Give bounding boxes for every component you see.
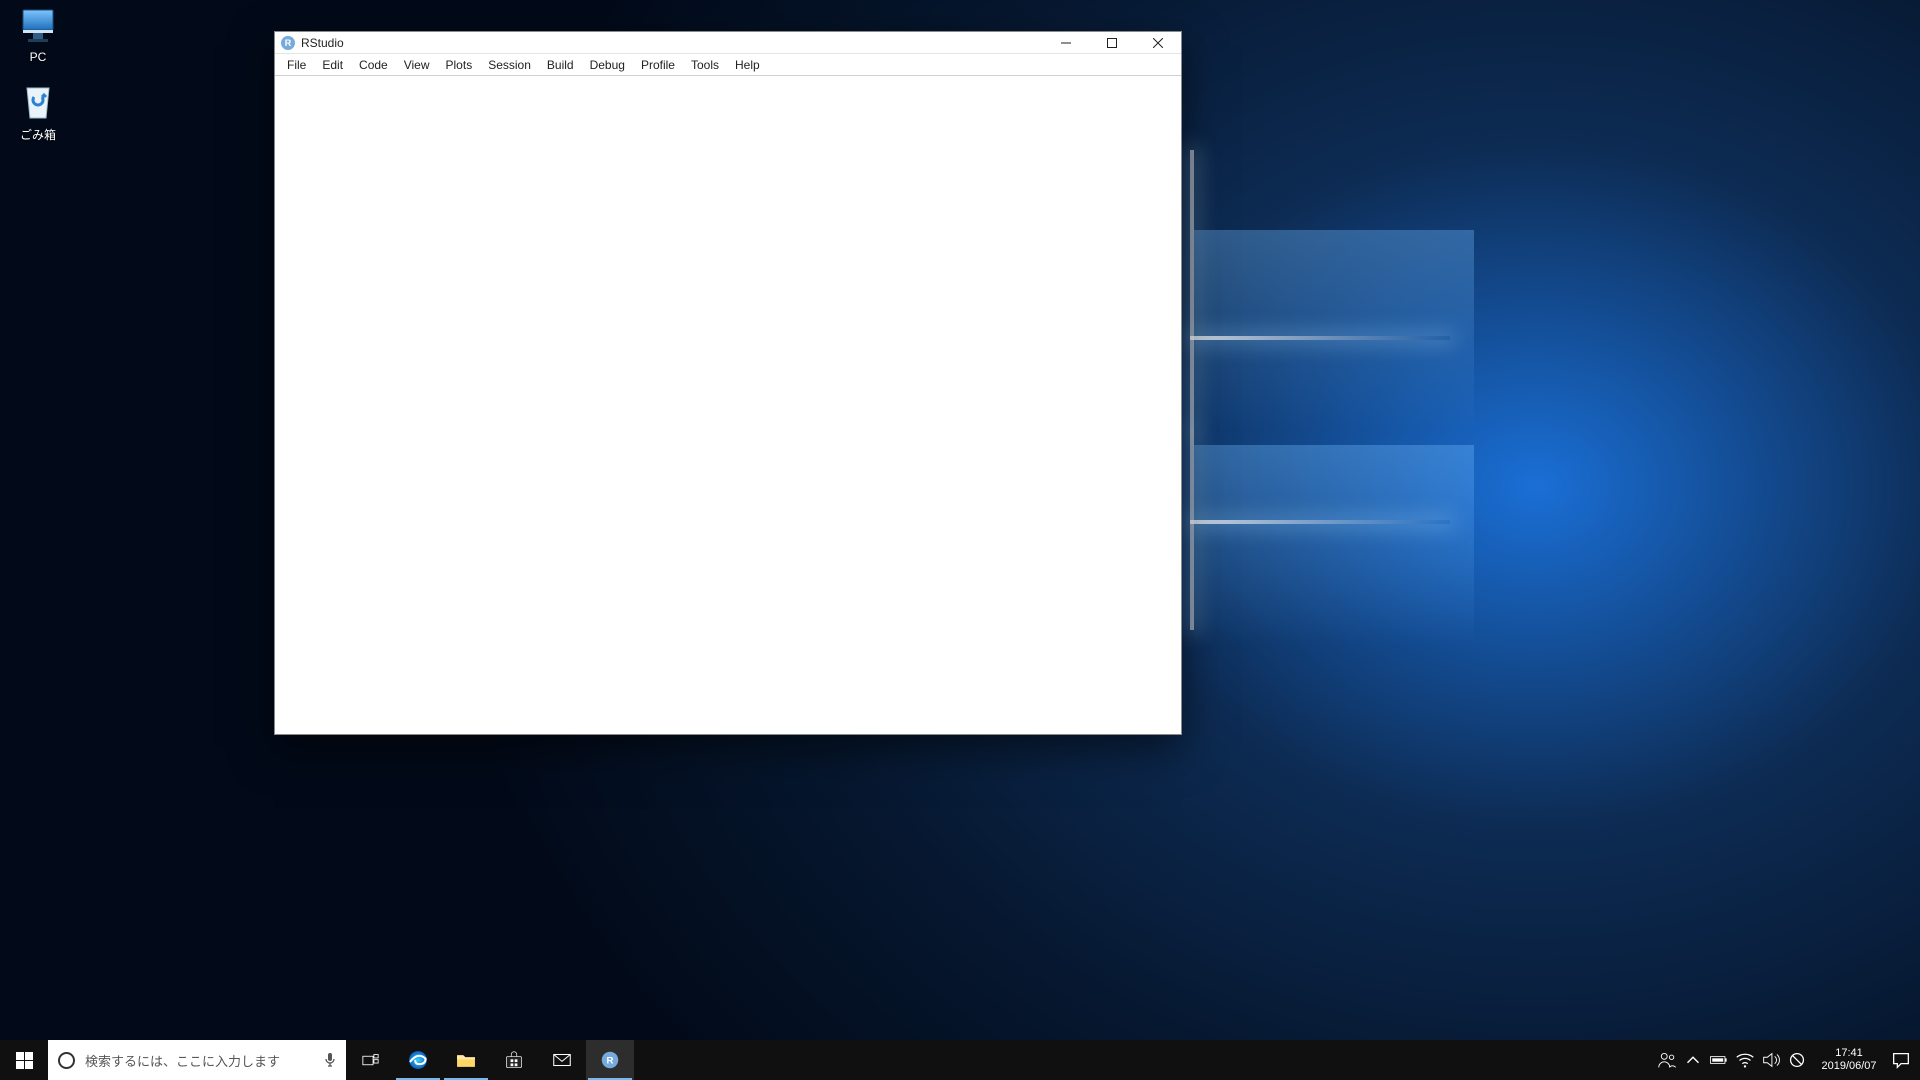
wallpaper-beam <box>1190 150 1194 430</box>
rstudio-taskbar-icon: R <box>599 1049 621 1071</box>
recycle-bin-icon <box>17 82 59 122</box>
cortana-circle-icon <box>58 1052 75 1069</box>
wallpaper-glow <box>1194 230 1474 430</box>
taskbar-search[interactable]: 検索するには、ここに入力します <box>48 1040 346 1080</box>
notification-icon <box>1890 1049 1912 1071</box>
wallpaper-beam <box>1190 520 1450 524</box>
taskbar-pinned: R <box>394 1040 634 1080</box>
tray-action-center[interactable] <box>1888 1049 1914 1071</box>
blocked-circle-icon <box>1786 1049 1808 1071</box>
menu-edit[interactable]: Edit <box>314 56 351 74</box>
menu-build[interactable]: Build <box>539 56 582 74</box>
close-button[interactable] <box>1135 32 1181 54</box>
desktop-icon-recycle-bin[interactable]: ごみ箱 <box>0 82 76 143</box>
menu-help[interactable]: Help <box>727 56 768 74</box>
menu-debug[interactable]: Debug <box>582 56 633 74</box>
start-button[interactable] <box>0 1040 48 1080</box>
menubar: File Edit Code View Plots Session Build … <box>275 54 1181 76</box>
tray-no-entry[interactable] <box>1784 1049 1810 1071</box>
system-tray: 17:41 2019/06/07 <box>1654 1040 1920 1080</box>
menu-tools[interactable]: Tools <box>683 56 727 74</box>
people-icon <box>1656 1049 1678 1071</box>
menu-plots[interactable]: Plots <box>438 56 481 74</box>
taskbar-app-explorer[interactable] <box>442 1040 490 1080</box>
maximize-button[interactable] <box>1089 32 1135 54</box>
taskbar-app-edge[interactable] <box>394 1040 442 1080</box>
desktop-icon-pc[interactable]: PC <box>0 6 76 64</box>
taskbar-app-rstudio[interactable]: R <box>586 1040 634 1080</box>
tray-date: 2019/06/07 <box>1821 1060 1876 1073</box>
edge-icon <box>407 1049 429 1071</box>
monitor-icon <box>17 6 59 46</box>
wallpaper-beam <box>1190 336 1450 340</box>
desktop-icon-label: PC <box>0 50 76 64</box>
desktop-icon-label: ごみ箱 <box>0 126 76 143</box>
taskbar-app-mail[interactable] <box>538 1040 586 1080</box>
menu-profile[interactable]: Profile <box>633 56 683 74</box>
menu-session[interactable]: Session <box>480 56 539 74</box>
mail-icon <box>551 1049 573 1071</box>
window-titlebar[interactable]: R RStudio <box>275 32 1181 54</box>
tray-volume[interactable] <box>1758 1049 1784 1071</box>
task-view-button[interactable] <box>346 1040 394 1080</box>
tray-time: 17:41 <box>1835 1047 1863 1060</box>
tray-clock[interactable]: 17:41 2019/06/07 <box>1810 1047 1888 1073</box>
tray-battery[interactable] <box>1706 1049 1732 1071</box>
rstudio-blank-body <box>275 76 1181 734</box>
window-title: RStudio <box>301 36 344 50</box>
chevron-up-icon <box>1682 1049 1704 1071</box>
search-placeholder: 検索するには、ここに入力します <box>85 1051 314 1070</box>
rstudio-app-icon: R <box>281 36 295 50</box>
taskbar: 検索するには、ここに入力します R <box>0 1040 1920 1080</box>
folder-icon <box>455 1049 477 1071</box>
task-view-icon <box>362 1052 379 1069</box>
minimize-button[interactable] <box>1043 32 1089 54</box>
tray-wifi[interactable] <box>1732 1049 1758 1071</box>
menu-file[interactable]: File <box>279 56 314 74</box>
battery-icon <box>1708 1049 1730 1071</box>
tray-people[interactable] <box>1654 1049 1680 1071</box>
rstudio-window: R RStudio File Edit Code View Plots Sess… <box>274 31 1182 735</box>
taskbar-app-store[interactable] <box>490 1040 538 1080</box>
windows-logo-icon <box>16 1052 33 1069</box>
svg-text:R: R <box>607 1055 614 1066</box>
wifi-icon <box>1734 1049 1756 1071</box>
store-icon <box>503 1049 525 1071</box>
wallpaper-beam <box>1190 430 1194 630</box>
wallpaper-glow <box>1194 445 1474 645</box>
tray-overflow[interactable] <box>1680 1049 1706 1071</box>
speaker-icon <box>1760 1049 1782 1071</box>
menu-code[interactable]: Code <box>351 56 396 74</box>
menu-view[interactable]: View <box>396 56 438 74</box>
microphone-icon[interactable] <box>324 1052 336 1068</box>
desktop[interactable]: PC ごみ箱 R RStudio File Edit Code View Plo… <box>0 0 1920 1080</box>
